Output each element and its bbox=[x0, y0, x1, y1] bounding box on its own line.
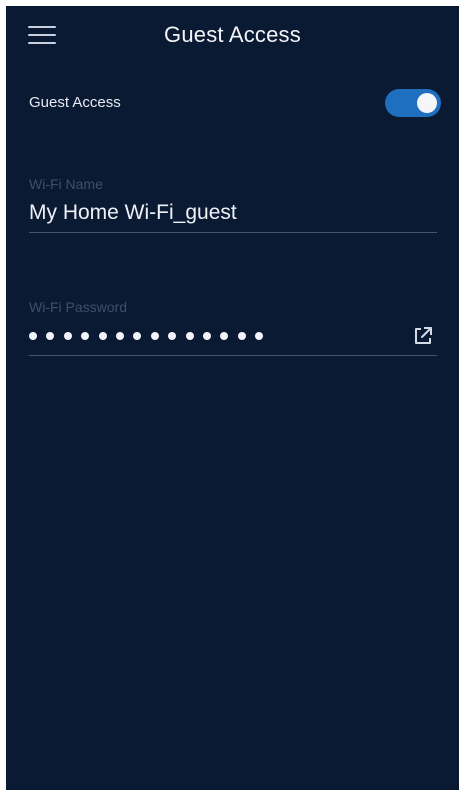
password-dot bbox=[168, 332, 177, 340]
guest-access-toggle[interactable] bbox=[385, 89, 441, 117]
password-dot bbox=[220, 332, 229, 340]
wifi-password-label: Wi-Fi Password bbox=[29, 299, 128, 315]
toggle-knob bbox=[417, 93, 437, 113]
password-dot bbox=[46, 332, 55, 340]
wifi-password-row bbox=[29, 321, 437, 351]
wifi-name-divider bbox=[29, 232, 437, 233]
page-title: Guest Access bbox=[164, 22, 301, 47]
wifi-password-field[interactable]: Wi-Fi Password bbox=[29, 299, 437, 356]
wifi-password-masked-value[interactable] bbox=[29, 325, 272, 347]
password-dot bbox=[133, 332, 142, 340]
share-password-button[interactable] bbox=[411, 324, 435, 348]
password-dot bbox=[29, 332, 37, 340]
password-dot bbox=[115, 332, 124, 340]
header: Guest Access bbox=[6, 6, 459, 68]
password-dot bbox=[237, 332, 246, 340]
wifi-name-label: Wi-Fi Name bbox=[29, 176, 103, 192]
wifi-password-divider bbox=[29, 355, 437, 356]
password-dot bbox=[185, 332, 194, 340]
password-dot bbox=[98, 332, 107, 340]
wifi-name-value[interactable]: My Home Wi-Fi_guest bbox=[29, 198, 437, 228]
password-dot bbox=[81, 332, 90, 340]
password-dot bbox=[63, 332, 72, 340]
guest-access-row: Guest Access bbox=[6, 86, 459, 122]
password-dot bbox=[255, 332, 264, 340]
wifi-name-field[interactable]: Wi-Fi Name My Home Wi-Fi_guest bbox=[29, 176, 437, 233]
share-external-icon bbox=[415, 327, 432, 344]
guest-access-label: Guest Access bbox=[29, 94, 121, 111]
app-screen: Guest Access Guest Access Wi-Fi Name My … bbox=[6, 6, 459, 790]
password-dot bbox=[150, 332, 159, 340]
password-dot bbox=[202, 332, 211, 340]
